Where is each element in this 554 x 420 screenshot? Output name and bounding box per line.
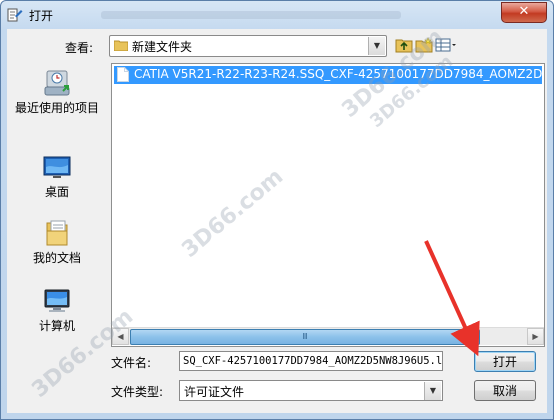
red-arrow-annotation: [424, 240, 480, 357]
open-dialog: 打开 ✕ 查看: 新建文件夹 ▼ 最近使用的项目 桌面 我的文档 计算机 CAT…: [0, 0, 554, 420]
